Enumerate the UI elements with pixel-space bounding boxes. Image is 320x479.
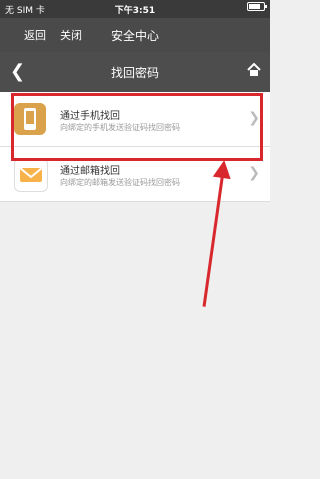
- option-title: 通过邮箱找回: [60, 166, 120, 177]
- top-bar: 返回 关闭 安全中心: [0, 18, 270, 52]
- clock: 下午3:51: [114, 6, 156, 16]
- top-title: 安全中心: [110, 29, 159, 43]
- annotation-arrow-head: [212, 158, 234, 180]
- option-subtitle: 向绑定的邮箱发送验证码找回密码: [60, 178, 180, 187]
- page-title: 找回密码: [110, 66, 159, 80]
- highlight-box: [11, 93, 263, 161]
- status-bar: 无 SIM 卡 下午3:51: [0, 0, 270, 18]
- mail-icon: [14, 158, 48, 192]
- chevron-right-icon: ❯: [248, 165, 260, 181]
- battery-icon: [247, 2, 267, 12]
- nav-bar: ❮ 找回密码: [0, 52, 270, 92]
- home-icon[interactable]: [246, 62, 262, 78]
